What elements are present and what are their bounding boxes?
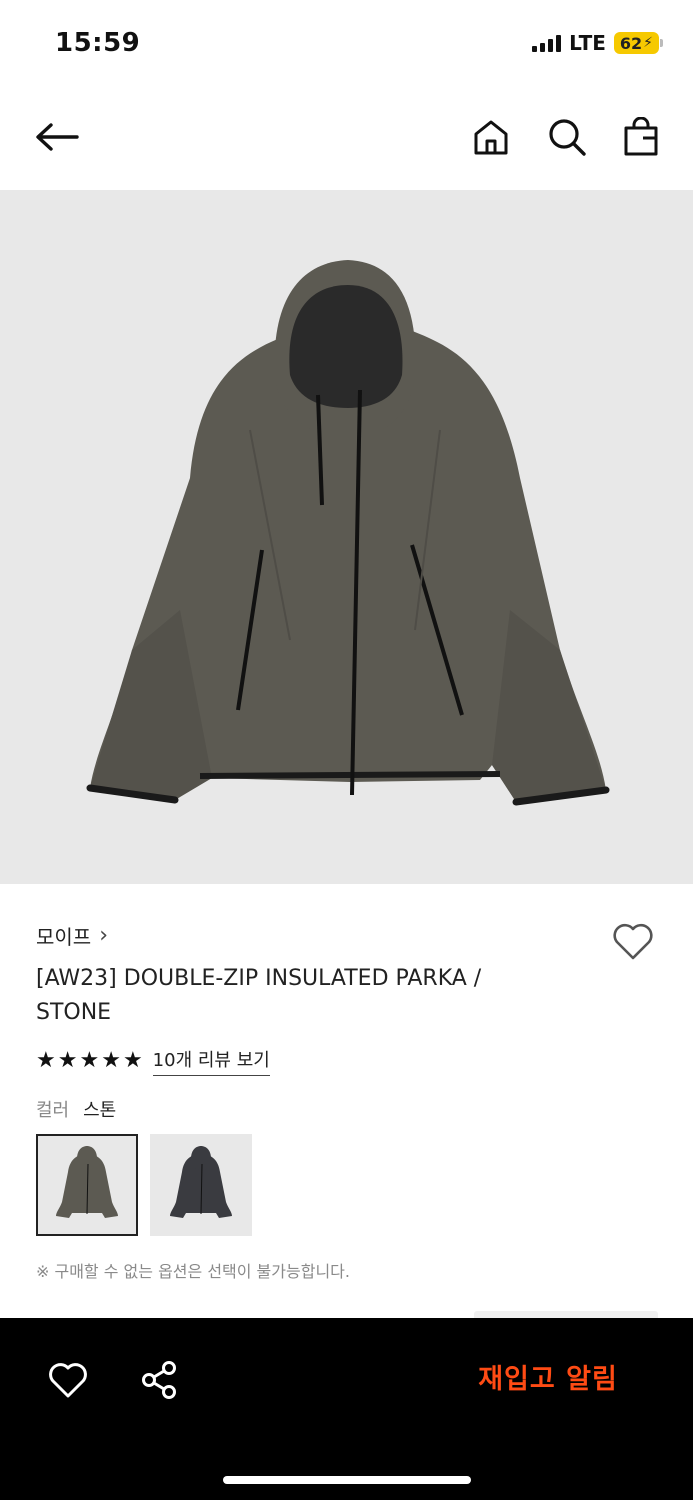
share-icon [142, 1361, 176, 1399]
star-icon: ★ [101, 1048, 121, 1073]
chevron-right-icon: › [99, 922, 109, 948]
back-button[interactable] [34, 114, 80, 160]
jacket-thumbnail [170, 1146, 232, 1218]
rating-stars: ★ ★ ★ ★ ★ [36, 1050, 143, 1072]
jacket-image [86, 260, 610, 806]
brand-name: 모이프 [36, 924, 92, 949]
brand-link[interactable]: 모이프 › [36, 918, 656, 952]
star-icon: ★ [122, 1048, 143, 1073]
jacket-thumbnail [56, 1146, 118, 1218]
wishlist-button[interactable] [610, 918, 656, 964]
swatch-charcoal[interactable] [150, 1134, 252, 1236]
home-button[interactable] [468, 114, 514, 160]
color-option-row: 컬러 스톤 [36, 1096, 656, 1122]
product-info: 모이프 › [AW23] DOUBLE-ZIP INSULATED PARKA … [36, 918, 656, 1282]
bottom-action-bar: 재입고 알림 [0, 1318, 693, 1500]
star-icon: ★ [36, 1048, 56, 1073]
status-time: 15:59 [55, 28, 141, 58]
battery-icon: 62 ⚡ [613, 32, 664, 54]
home-indicator [223, 1476, 471, 1484]
heart-icon [49, 1363, 87, 1398]
status-indicators: LTE 62 ⚡ [532, 31, 664, 55]
search-button[interactable] [544, 114, 590, 160]
restock-alert-button[interactable]: 재입고 알림 [440, 1356, 656, 1404]
top-nav-bar [0, 96, 693, 178]
color-label: 컬러 [36, 1100, 70, 1121]
cart-button[interactable] [618, 114, 664, 160]
share-button[interactable] [138, 1358, 182, 1402]
search-icon [549, 119, 586, 156]
rating-row: ★ ★ ★ ★ ★ 10개 리뷰 보기 [36, 1046, 656, 1076]
status-bar: 15:59 LTE 62 ⚡ [0, 0, 693, 88]
divider [474, 1311, 658, 1318]
battery-level: 62 [619, 33, 643, 53]
arrow-left-icon [36, 123, 79, 151]
signal-icon [532, 34, 562, 52]
swatch-stone[interactable] [36, 1134, 138, 1236]
star-icon: ★ [57, 1048, 78, 1073]
color-value: 스톤 [83, 1100, 117, 1121]
color-swatches [36, 1134, 656, 1236]
product-title: [AW23] DOUBLE-ZIP INSULATED PARKA / STON… [36, 966, 482, 1025]
heart-icon [613, 923, 653, 960]
network-label: LTE [569, 31, 606, 55]
option-notice: ※ 구매할 수 없는 옵션은 선택이 불가능합니다. [36, 1262, 350, 1281]
product-image[interactable] [0, 190, 693, 884]
star-icon: ★ [79, 1048, 100, 1073]
shopping-bag-icon [624, 117, 658, 156]
wishlist-button-bottom[interactable] [46, 1358, 90, 1402]
home-icon [474, 120, 508, 155]
review-link[interactable]: 10개 리뷰 보기 [152, 1046, 270, 1076]
